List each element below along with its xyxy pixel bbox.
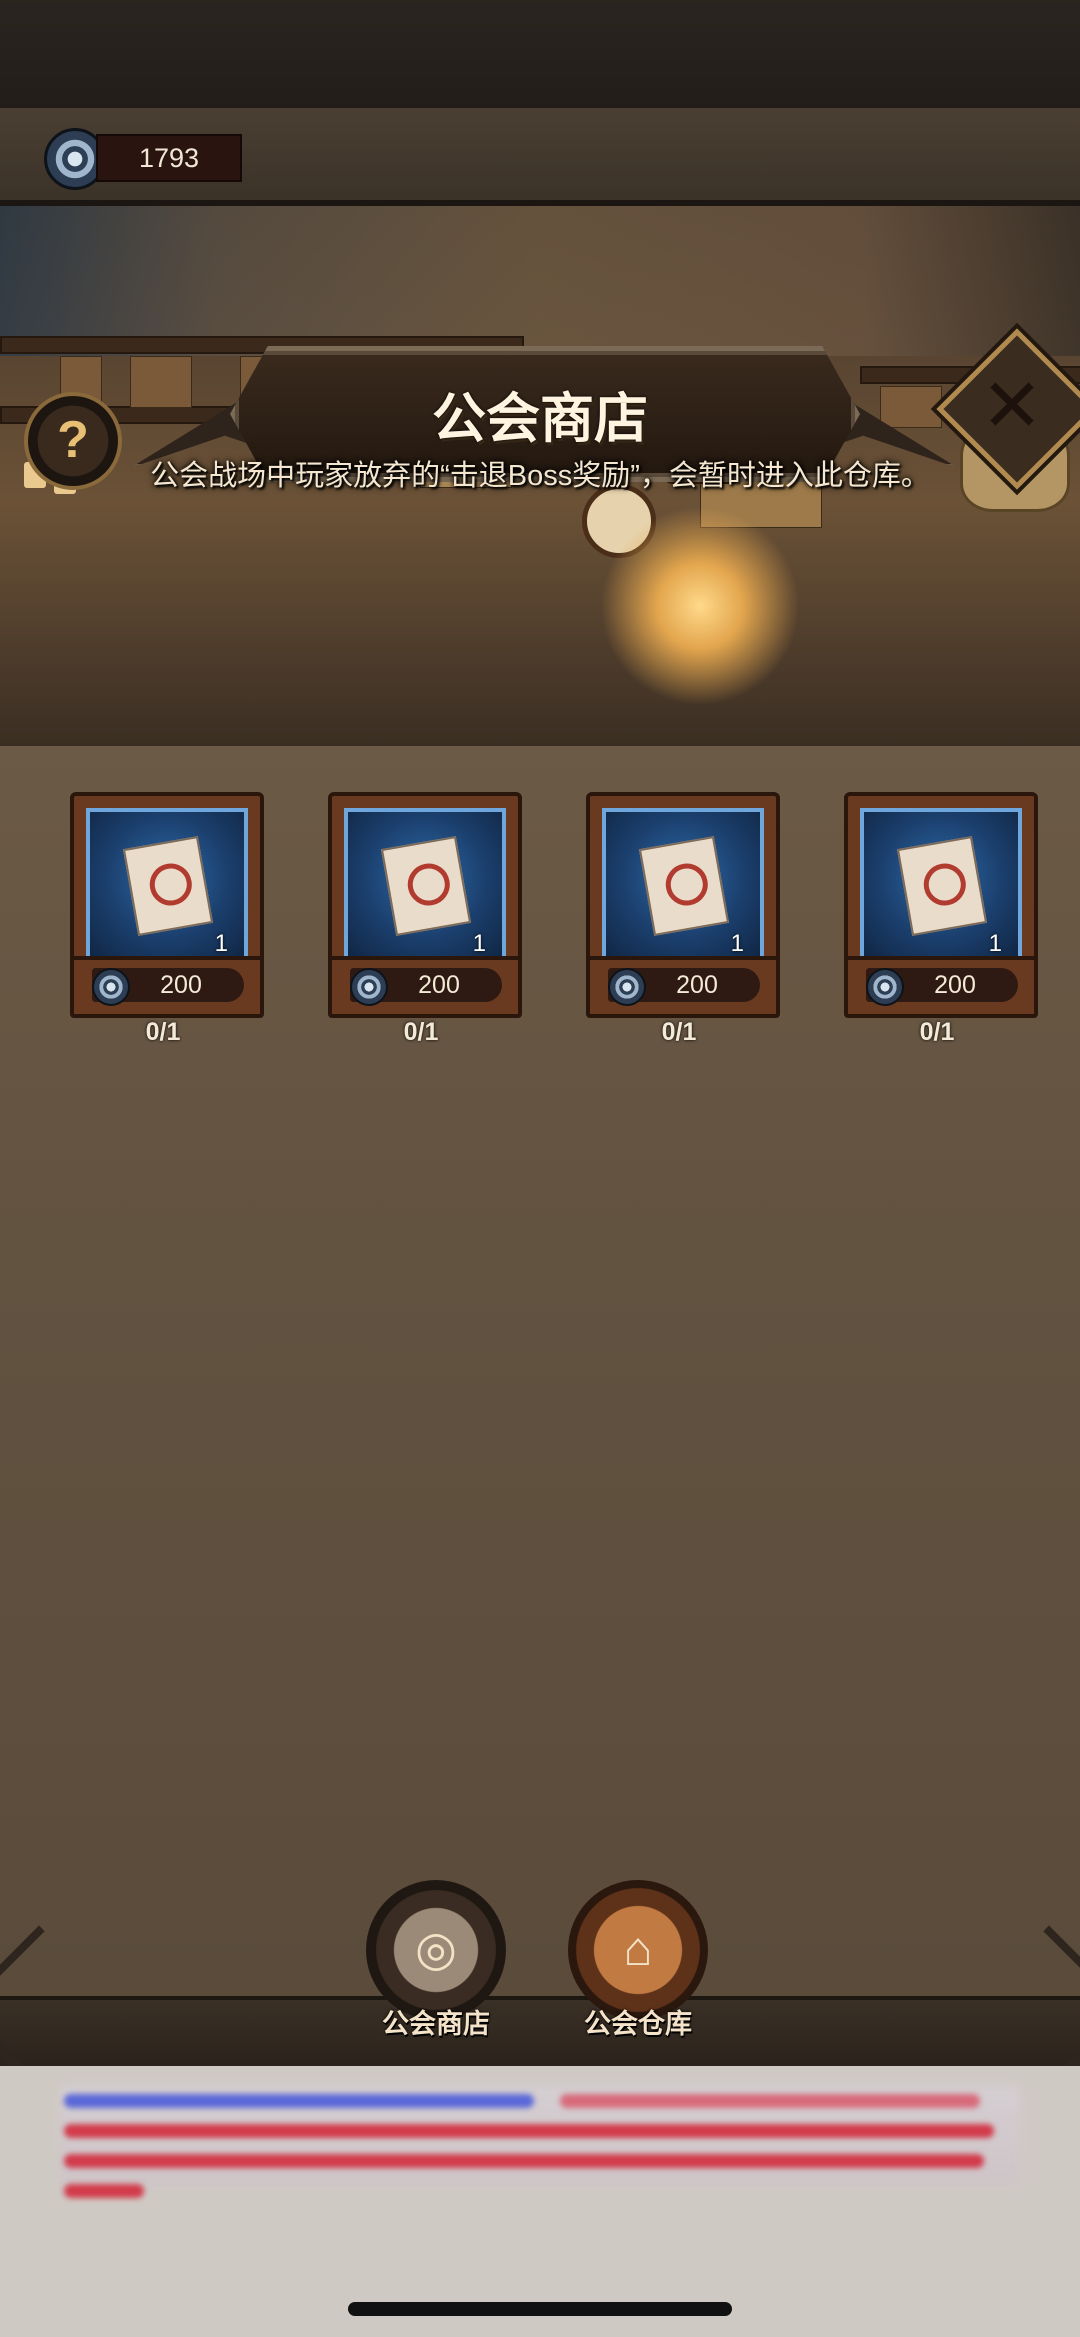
purchase-limit: 0/1 bbox=[919, 1018, 955, 1046]
shop-item[interactable]: 1 200 bbox=[844, 792, 1038, 1018]
item-frame: 1 bbox=[586, 792, 780, 978]
boss-reward-scroll-icon bbox=[638, 836, 730, 936]
currency-amount: 1793 bbox=[96, 134, 242, 182]
top-bar bbox=[0, 0, 1080, 112]
chat-line bbox=[64, 2184, 144, 2198]
banner-backdrop bbox=[0, 206, 1080, 356]
home-indicator[interactable] bbox=[348, 2302, 732, 2316]
item-slot: 1 bbox=[602, 808, 764, 962]
guild-coin-icon bbox=[92, 968, 130, 1006]
guild-coin-icon bbox=[608, 968, 646, 1006]
guild-coin-icon bbox=[866, 968, 904, 1006]
tab-guild-shop[interactable]: ◎ bbox=[366, 1880, 506, 2020]
item-frame: 1 bbox=[844, 792, 1038, 978]
guild-shop-icon: ◎ bbox=[415, 1923, 457, 1976]
shop-item[interactable]: 1 200 bbox=[328, 792, 522, 1018]
guild-warehouse-icon: ⌂ bbox=[623, 1923, 653, 1976]
item-price: 200 bbox=[160, 971, 202, 999]
book bbox=[130, 356, 192, 408]
banner-description: 公会战场中玩家放弃的“击退Boss奖励”，会暂时进入此仓库。 bbox=[150, 460, 930, 492]
item-price: 200 bbox=[934, 971, 976, 999]
item-frame: 1 bbox=[328, 792, 522, 978]
item-slot: 1 bbox=[860, 808, 1022, 962]
bottom-nav-bar bbox=[0, 1996, 1080, 2070]
close-icon[interactable]: ✕ bbox=[970, 364, 1054, 448]
page-title: 公会商店 bbox=[432, 389, 648, 449]
book bbox=[880, 386, 942, 428]
chat-line bbox=[64, 2124, 994, 2138]
item-count: 1 bbox=[472, 930, 486, 957]
item-count: 1 bbox=[214, 930, 228, 957]
item-price: 200 bbox=[418, 971, 460, 999]
chat-line bbox=[560, 2094, 980, 2108]
shop-item[interactable]: 1 200 bbox=[70, 792, 264, 1018]
chat-line bbox=[64, 2154, 984, 2168]
purchase-limit: 0/1 bbox=[661, 1018, 697, 1046]
shop-item[interactable]: 1 200 bbox=[586, 792, 780, 1018]
item-count: 1 bbox=[730, 930, 744, 957]
seal-mark bbox=[920, 860, 970, 909]
tab-guild-shop-label[interactable]: 公会商店 bbox=[346, 2002, 526, 2041]
lamp-glow bbox=[600, 506, 800, 706]
tab-guild-warehouse[interactable]: ⌂ bbox=[568, 1880, 708, 2020]
boss-reward-scroll-icon bbox=[380, 836, 472, 936]
seal-mark bbox=[662, 860, 712, 909]
purchase-limit: 0/1 bbox=[145, 1018, 181, 1046]
boss-reward-scroll-icon bbox=[896, 836, 988, 936]
seal-mark bbox=[146, 860, 196, 909]
boss-reward-scroll-icon bbox=[122, 836, 214, 936]
item-frame: 1 bbox=[70, 792, 264, 978]
item-slot: 1 bbox=[86, 808, 248, 962]
guild-coin-icon bbox=[350, 968, 388, 1006]
seal-mark bbox=[404, 860, 454, 909]
item-slot: 1 bbox=[344, 808, 506, 962]
chat-line bbox=[64, 2094, 534, 2108]
purchase-limit: 0/1 bbox=[403, 1018, 439, 1046]
tab-guild-warehouse-label[interactable]: 公会仓库 bbox=[548, 2002, 728, 2041]
chat-preview-panel[interactable] bbox=[0, 2066, 1080, 2337]
item-count: 1 bbox=[988, 930, 1002, 957]
item-price: 200 bbox=[676, 971, 718, 999]
